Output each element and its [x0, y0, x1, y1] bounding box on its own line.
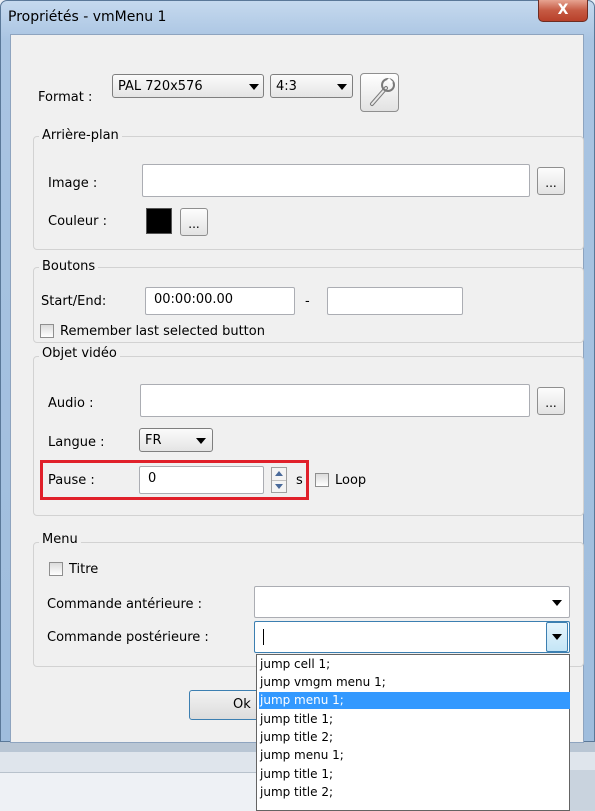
remember-button-label: Remember last selected button — [60, 324, 265, 339]
background-group-title: Arrière-plan — [39, 128, 122, 143]
post-command-dropdown-list: jump cell 1; jump vmgm menu 1; jump menu… — [256, 654, 570, 811]
audio-label: Audio : — [48, 396, 94, 411]
pause-label: Pause : — [48, 473, 95, 488]
image-browse-button[interactable]: ... — [537, 167, 565, 195]
close-button[interactable]: X — [538, 0, 588, 22]
start-end-separator: - — [305, 294, 310, 309]
image-path-input[interactable] — [142, 164, 530, 197]
spin-up-icon[interactable] — [275, 471, 283, 476]
language-value: FR — [145, 433, 162, 448]
start-end-label: Start/End: — [41, 294, 107, 309]
language-select[interactable]: FR — [139, 428, 213, 452]
post-command-combo[interactable] — [254, 621, 570, 653]
chevron-down-icon[interactable] — [552, 600, 562, 606]
format-aspect-select[interactable]: 4:3 — [270, 74, 353, 98]
pause-input[interactable]: 0 — [139, 466, 264, 494]
wrench-icon — [370, 77, 395, 106]
dialog-title: Propriétés - vmMenu 1 — [8, 9, 167, 25]
dropdown-item[interactable]: jump menu 1; — [259, 747, 570, 764]
title-checkbox[interactable] — [49, 562, 63, 576]
loop-label: Loop — [335, 473, 367, 488]
pre-command-label: Commande antérieure : — [47, 597, 203, 612]
post-command-label: Commande postérieure : — [47, 630, 209, 645]
chevron-down-icon — [552, 634, 562, 640]
image-label: Image : — [48, 176, 98, 191]
title-checkbox-label: Titre — [69, 562, 99, 577]
dropdown-item[interactable]: jump title 1; — [259, 766, 570, 783]
audio-path-input[interactable] — [140, 384, 530, 417]
chevron-down-icon — [249, 84, 259, 90]
spin-down-icon[interactable] — [275, 484, 283, 489]
text-cursor — [263, 629, 264, 645]
audio-browse-button[interactable]: ... — [537, 387, 565, 415]
pause-spinner[interactable] — [271, 467, 287, 493]
start-time-input[interactable]: 00:00:00.00 — [145, 287, 295, 315]
dropdown-item[interactable]: jump title 2; — [259, 784, 570, 801]
language-label: Langue : — [48, 435, 105, 450]
chevron-down-icon — [337, 84, 347, 90]
remember-button-checkbox[interactable] — [40, 324, 54, 338]
dropdown-item[interactable]: jump title 2; — [259, 729, 570, 746]
dropdown-item[interactable]: jump cell 1; — [259, 656, 570, 673]
settings-button[interactable] — [360, 73, 399, 112]
pre-command-combo[interactable] — [254, 586, 570, 618]
format-aspect-value: 4:3 — [276, 79, 297, 94]
video-object-group-title: Objet vidéo — [39, 346, 120, 361]
dropdown-item-selected[interactable]: jump menu 1; — [259, 692, 570, 709]
color-swatch[interactable] — [146, 208, 172, 234]
menu-group-title: Menu — [39, 532, 81, 547]
color-label: Couleur : — [48, 214, 107, 229]
pause-unit-label: s — [296, 473, 303, 488]
loop-checkbox[interactable] — [315, 473, 329, 487]
format-resolution-value: PAL 720x576 — [118, 79, 203, 94]
buttons-group-title: Boutons — [39, 259, 99, 274]
color-picker-button[interactable]: ... — [180, 208, 208, 236]
dropdown-item[interactable]: jump title 1; — [259, 711, 570, 728]
end-time-input[interactable] — [327, 287, 463, 315]
format-label: Format : — [38, 90, 93, 105]
format-resolution-select[interactable]: PAL 720x576 — [112, 74, 264, 98]
post-command-dropdown-button[interactable] — [546, 622, 568, 652]
dropdown-item[interactable]: jump vmgm menu 1; — [259, 674, 570, 691]
chevron-down-icon — [196, 438, 206, 444]
